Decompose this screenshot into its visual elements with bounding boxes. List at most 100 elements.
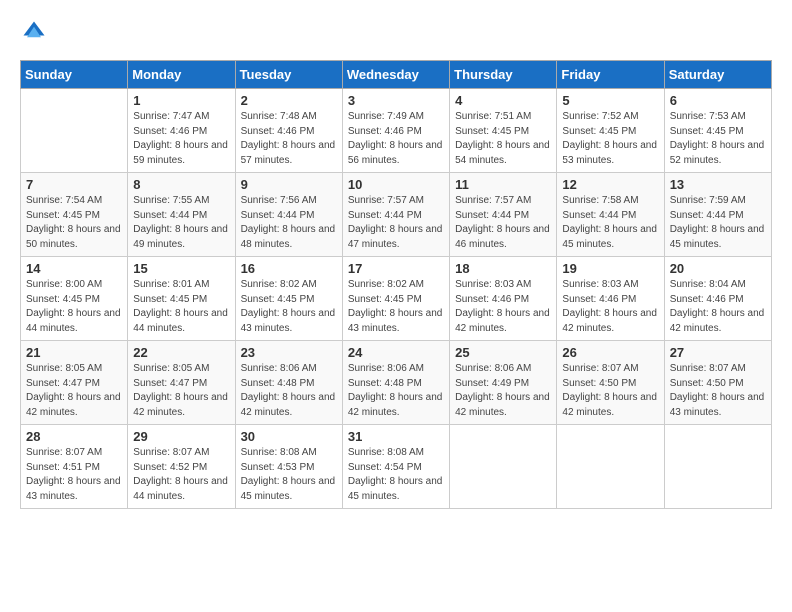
calendar-body: 1 Sunrise: 7:47 AMSunset: 4:46 PMDaylight… bbox=[21, 89, 772, 509]
calendar-cell: 18 Sunrise: 8:03 AMSunset: 4:46 PMDayligh… bbox=[450, 257, 557, 341]
day-number: 14 bbox=[26, 261, 122, 276]
weekday-header-sunday: Sunday bbox=[21, 61, 128, 89]
cell-info: Sunrise: 7:48 AMSunset: 4:46 PMDaylight:… bbox=[241, 110, 337, 168]
weekday-header-friday: Friday bbox=[557, 61, 664, 89]
calendar-cell: 21Sunrise: 8:05 AMSunset: 4:47 PMDayligh… bbox=[21, 341, 128, 425]
calendar-cell: 4 Sunrise: 7:51 AMSunset: 4:45 PMDaylight… bbox=[450, 89, 557, 173]
logo-icon bbox=[20, 18, 48, 46]
week-row-0: 1 Sunrise: 7:47 AMSunset: 4:46 PMDaylight… bbox=[21, 89, 772, 173]
calendar-cell: 13Sunrise: 7:59 AMSunset: 4:44 PMDayligh… bbox=[664, 173, 771, 257]
calendar-cell: 10Sunrise: 7:57 AMSunset: 4:44 PMDayligh… bbox=[342, 173, 449, 257]
day-number: 3 bbox=[348, 93, 444, 108]
calendar-cell: 23 Sunrise: 8:06 AMSunset: 4:48 PMDayligh… bbox=[235, 341, 342, 425]
cell-info: Sunrise: 7:56 AMSunset: 4:44 PMDaylight:… bbox=[241, 194, 337, 252]
cell-info: Sunrise: 8:07 AMSunset: 4:51 PMDaylight:… bbox=[26, 446, 122, 504]
calendar-cell: 30 Sunrise: 8:08 AMSunset: 4:53 PMDayligh… bbox=[235, 425, 342, 509]
day-number: 7 bbox=[26, 177, 122, 192]
cell-info: Sunrise: 8:06 AMSunset: 4:48 PMDaylight:… bbox=[241, 362, 337, 420]
day-number: 5 bbox=[562, 93, 658, 108]
calendar-cell bbox=[557, 425, 664, 509]
weekday-header-saturday: Saturday bbox=[664, 61, 771, 89]
cell-info: Sunrise: 8:08 AMSunset: 4:53 PMDaylight:… bbox=[241, 446, 337, 504]
day-number: 27 bbox=[670, 345, 766, 360]
week-row-3: 21 Sunrise: 8:05 AMSunset: 4:47 PMDayligh… bbox=[21, 341, 772, 425]
calendar-cell: 25 Sunrise: 8:06 AMSunset: 4:49 PMDayligh… bbox=[450, 341, 557, 425]
day-number: 15 bbox=[133, 261, 229, 276]
calendar-cell: 20 Sunrise: 8:04 AMSunset: 4:46 PMDayligh… bbox=[664, 257, 771, 341]
calendar-header: SundayMondayTuesdayWednesdayThursdayFrid… bbox=[21, 61, 772, 89]
day-number: 17 bbox=[348, 261, 444, 276]
day-number: 9 bbox=[241, 177, 337, 192]
weekday-header-row: SundayMondayTuesdayWednesdayThursdayFrid… bbox=[21, 61, 772, 89]
cell-info: Sunrise: 8:04 AMSunset: 4:46 PMDaylight:… bbox=[670, 278, 766, 336]
cell-info: Sunrise: 7:51 AMSunset: 4:45 PMDaylight:… bbox=[455, 110, 551, 168]
day-number: 31 bbox=[348, 429, 444, 444]
cell-info: Sunrise: 7:57 AMSunset: 4:44 PMDaylight:… bbox=[348, 194, 444, 252]
day-number: 21 bbox=[26, 345, 122, 360]
cell-info: Sunrise: 7:55 AMSunset: 4:44 PMDaylight:… bbox=[133, 194, 229, 252]
calendar-cell: 6 Sunrise: 7:53 AMSunset: 4:45 PMDaylight… bbox=[664, 89, 771, 173]
calendar-cell bbox=[450, 425, 557, 509]
cell-info: Sunrise: 8:07 AMSunset: 4:50 PMDaylight:… bbox=[670, 362, 766, 420]
day-number: 16 bbox=[241, 261, 337, 276]
calendar-cell: 7 Sunrise: 7:54 AMSunset: 4:45 PMDaylight… bbox=[21, 173, 128, 257]
cell-info: Sunrise: 8:02 AMSunset: 4:45 PMDaylight:… bbox=[348, 278, 444, 336]
weekday-header-tuesday: Tuesday bbox=[235, 61, 342, 89]
day-number: 26 bbox=[562, 345, 658, 360]
header bbox=[20, 18, 772, 46]
day-number: 19 bbox=[562, 261, 658, 276]
day-number: 20 bbox=[670, 261, 766, 276]
calendar-cell: 24 Sunrise: 8:06 AMSunset: 4:48 PMDayligh… bbox=[342, 341, 449, 425]
calendar-cell: 27 Sunrise: 8:07 AMSunset: 4:50 PMDayligh… bbox=[664, 341, 771, 425]
cell-info: Sunrise: 7:52 AMSunset: 4:45 PMDaylight:… bbox=[562, 110, 658, 168]
calendar-cell: 31 Sunrise: 8:08 AMSunset: 4:54 PMDayligh… bbox=[342, 425, 449, 509]
day-number: 6 bbox=[670, 93, 766, 108]
cell-info: Sunrise: 8:00 AMSunset: 4:45 PMDaylight:… bbox=[26, 278, 122, 336]
cell-info: Sunrise: 7:47 AMSunset: 4:46 PMDaylight:… bbox=[133, 110, 229, 168]
calendar-cell: 17 Sunrise: 8:02 AMSunset: 4:45 PMDayligh… bbox=[342, 257, 449, 341]
day-number: 25 bbox=[455, 345, 551, 360]
weekday-header-monday: Monday bbox=[128, 61, 235, 89]
calendar-cell: 1 Sunrise: 7:47 AMSunset: 4:46 PMDaylight… bbox=[128, 89, 235, 173]
calendar-cell: 26 Sunrise: 8:07 AMSunset: 4:50 PMDayligh… bbox=[557, 341, 664, 425]
cell-info: Sunrise: 8:06 AMSunset: 4:48 PMDaylight:… bbox=[348, 362, 444, 420]
calendar-cell: 12Sunrise: 7:58 AMSunset: 4:44 PMDayligh… bbox=[557, 173, 664, 257]
calendar-cell: 5 Sunrise: 7:52 AMSunset: 4:45 PMDaylight… bbox=[557, 89, 664, 173]
logo bbox=[20, 18, 52, 46]
day-number: 28 bbox=[26, 429, 122, 444]
calendar-cell: 16 Sunrise: 8:02 AMSunset: 4:45 PMDayligh… bbox=[235, 257, 342, 341]
calendar-cell: 3 Sunrise: 7:49 AMSunset: 4:46 PMDaylight… bbox=[342, 89, 449, 173]
day-number: 30 bbox=[241, 429, 337, 444]
cell-info: Sunrise: 7:54 AMSunset: 4:45 PMDaylight:… bbox=[26, 194, 122, 252]
day-number: 24 bbox=[348, 345, 444, 360]
cell-info: Sunrise: 8:02 AMSunset: 4:45 PMDaylight:… bbox=[241, 278, 337, 336]
calendar-cell: 29Sunrise: 8:07 AMSunset: 4:52 PMDayligh… bbox=[128, 425, 235, 509]
calendar-cell: 28 Sunrise: 8:07 AMSunset: 4:51 PMDayligh… bbox=[21, 425, 128, 509]
cell-info: Sunrise: 7:57 AMSunset: 4:44 PMDaylight:… bbox=[455, 194, 551, 252]
day-number: 4 bbox=[455, 93, 551, 108]
weekday-header-thursday: Thursday bbox=[450, 61, 557, 89]
calendar-table: SundayMondayTuesdayWednesdayThursdayFrid… bbox=[20, 60, 772, 509]
week-row-4: 28 Sunrise: 8:07 AMSunset: 4:51 PMDayligh… bbox=[21, 425, 772, 509]
week-row-1: 7 Sunrise: 7:54 AMSunset: 4:45 PMDaylight… bbox=[21, 173, 772, 257]
day-number: 23 bbox=[241, 345, 337, 360]
cell-info: Sunrise: 8:05 AMSunset: 4:47 PMDaylight:… bbox=[133, 362, 229, 420]
calendar-cell: 22 Sunrise: 8:05 AMSunset: 4:47 PMDayligh… bbox=[128, 341, 235, 425]
day-number: 1 bbox=[133, 93, 229, 108]
cell-info: Sunrise: 8:07 AMSunset: 4:50 PMDaylight:… bbox=[562, 362, 658, 420]
cell-info: Sunrise: 7:53 AMSunset: 4:45 PMDaylight:… bbox=[670, 110, 766, 168]
cell-info: Sunrise: 8:03 AMSunset: 4:46 PMDaylight:… bbox=[455, 278, 551, 336]
cell-info: Sunrise: 8:08 AMSunset: 4:54 PMDaylight:… bbox=[348, 446, 444, 504]
week-row-2: 14 Sunrise: 8:00 AMSunset: 4:45 PMDayligh… bbox=[21, 257, 772, 341]
cell-info: Sunrise: 7:58 AMSunset: 4:44 PMDaylight:… bbox=[562, 194, 658, 252]
cell-info: Sunrise: 7:49 AMSunset: 4:46 PMDaylight:… bbox=[348, 110, 444, 168]
calendar-cell: 8 Sunrise: 7:55 AMSunset: 4:44 PMDaylight… bbox=[128, 173, 235, 257]
calendar-cell: 15Sunrise: 8:01 AMSunset: 4:45 PMDayligh… bbox=[128, 257, 235, 341]
day-number: 22 bbox=[133, 345, 229, 360]
calendar-cell bbox=[664, 425, 771, 509]
day-number: 18 bbox=[455, 261, 551, 276]
calendar-cell: 2 Sunrise: 7:48 AMSunset: 4:46 PMDaylight… bbox=[235, 89, 342, 173]
day-number: 2 bbox=[241, 93, 337, 108]
cell-info: Sunrise: 8:06 AMSunset: 4:49 PMDaylight:… bbox=[455, 362, 551, 420]
day-number: 8 bbox=[133, 177, 229, 192]
